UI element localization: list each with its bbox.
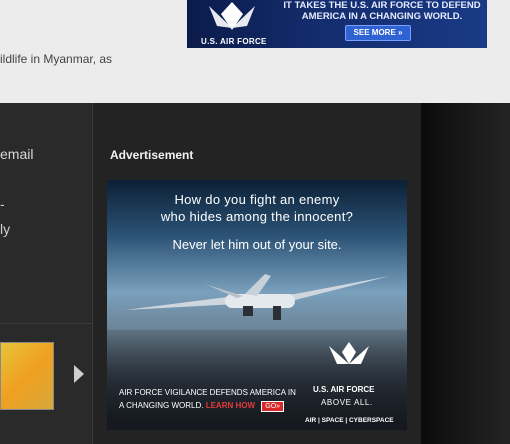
- air-force-banner-ad[interactable]: U.S. AIR FORCE IT TAKES THE U.S. AIR FOR…: [187, 0, 487, 48]
- air-force-wings-icon: [327, 340, 371, 385]
- ad-tagline: ABOVE ALL.: [321, 398, 373, 407]
- ad-mission-line1: AIR FORCE VIGILANCE DEFENDS AMERICA IN: [119, 388, 296, 397]
- ad-question-line2: who hides among the innocent?: [160, 209, 354, 224]
- banner-headline: IT TAKES THE U.S. AIR FORCE TO DEFEND AM…: [283, 0, 481, 22]
- sidebar-divider: [0, 323, 92, 324]
- sidebar-dash-text: -: [0, 196, 5, 212]
- related-thumbnail[interactable]: [0, 342, 54, 410]
- ad-answer-line: Never let him out of your site.: [172, 237, 342, 252]
- ad-brand-text: U.S. AIR FORCE: [313, 385, 375, 394]
- ad-question-line1: How do you fight an enemy: [174, 192, 340, 207]
- drone-image-icon: [125, 266, 395, 331]
- ad-domains-text: AIR | SPACE | CYBERSPACE: [305, 417, 394, 424]
- right-gradient-panel: [421, 103, 510, 444]
- banner-brand-text: U.S. AIR FORCE: [201, 37, 267, 46]
- advertisement-label: Advertisement: [110, 148, 194, 162]
- email-link[interactable]: email: [0, 146, 33, 162]
- article-snippet-text: ildlife in Myanmar, as: [0, 52, 113, 66]
- ad-mission-text: AIR FORCE VIGILANCE DEFENDS AMERICA IN A…: [119, 386, 309, 412]
- sidebar-partial-text: ly: [0, 221, 11, 237]
- ad-mission-line2: A CHANGING WORLD.: [119, 401, 204, 410]
- go-button[interactable]: GO»: [261, 401, 285, 412]
- air-force-display-ad[interactable]: How do you fight an enemy who hides amon…: [107, 180, 407, 430]
- next-arrow-icon[interactable]: [74, 365, 84, 383]
- learn-how-link[interactable]: LEARN HOW: [206, 401, 255, 410]
- ad-mission-line2-row: A CHANGING WORLD. LEARN HOW GO»: [119, 399, 309, 412]
- see-more-button[interactable]: SEE MORE »: [345, 25, 411, 41]
